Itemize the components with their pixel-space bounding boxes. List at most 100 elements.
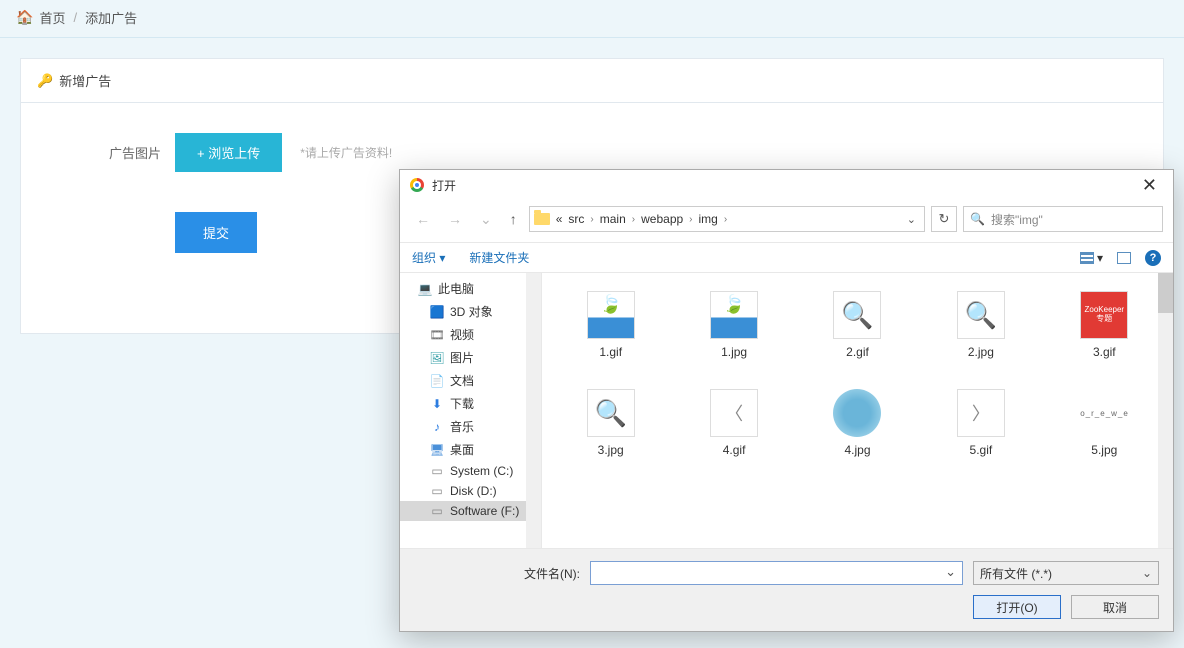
file-thumbnail: 〈 [710,389,758,437]
file-item[interactable]: 🔍 2.jpg [924,291,1037,359]
filetype-select[interactable]: 所有文件 (*.*) [973,561,1159,585]
tree-label: Software (F:) [450,504,519,518]
tree-label: 下载 [450,395,474,412]
folder-tree[interactable]: 💻此电脑🟦3D 对象🎞视频🖼图片📄文档⬇下载♪音乐🖥桌面▭System (C:)… [400,273,542,548]
tree-label: 3D 对象 [450,303,493,320]
file-thumbnail: 🔍 [957,291,1005,339]
nav-back-button[interactable]: ← [410,207,436,231]
doc-icon: 📄 [430,374,444,388]
search-input[interactable]: 🔍 搜索"img" [963,206,1163,232]
file-open-dialog: 打开 ✕ ← → ⌄ ↑ « src› main› webapp› img› ⌄… [399,169,1174,632]
tree-item[interactable]: 💻 此电脑 [400,277,541,300]
tree-item[interactable]: ▭System (C:) [400,461,541,481]
dialog-toolbar: 组织 ▾ 新建文件夹 ▾ ? [400,242,1173,273]
tree-item[interactable]: 🎞视频 [400,323,541,346]
nav-forward-button[interactable]: → [442,207,468,231]
path-dropdown[interactable]: ⌄ [903,213,920,226]
file-name: 4.gif [723,443,746,457]
file-item[interactable]: f_o_r_e_w_e_i5.jpg [1048,389,1161,457]
refresh-button[interactable]: ↻ [931,206,957,232]
tree-item[interactable]: 📄 文档 [400,369,541,392]
breadcrumb-sep: / [73,10,77,25]
img-icon: 🖼 [430,351,444,365]
file-item[interactable]: 1.jpg [677,291,790,359]
path-pre: « [556,212,563,226]
file-item[interactable]: 🔍 2.gif [801,291,914,359]
filename-input[interactable] [590,561,963,585]
file-name: 5.gif [970,443,993,457]
filename-label: 文件名(N): [524,565,580,582]
organize-button[interactable]: 组织 ▾ [412,249,445,266]
scrollbar[interactable] [1158,273,1173,548]
drv-icon: ▭ [430,504,444,518]
file-item[interactable]: 〈 4.gif [677,389,790,457]
tree-item[interactable]: ▭ Software (F:) [400,501,541,521]
file-item[interactable]: 🔍3.jpg [554,389,667,457]
path-bar[interactable]: « src› main› webapp› img› ⌄ [529,206,925,232]
file-name: 3.gif [1093,345,1116,359]
drv-icon: ▭ [430,484,444,498]
tree-label: 此电脑 [438,280,474,297]
tree-item[interactable]: 🖼 图片 [400,346,541,369]
file-name: 2.gif [846,345,869,359]
path-seg[interactable]: webapp [641,212,683,226]
upload-hint: *请上传广告资料! [300,144,392,161]
file-thumbnail [710,291,758,339]
open-button[interactable]: 打开(O) [973,595,1061,619]
tree-item[interactable]: ♪ 音乐 [400,415,541,438]
folder-icon [534,213,550,225]
dialog-title: 打开 [432,177,456,194]
chrome-icon [410,178,424,192]
breadcrumb-home[interactable]: 首页 [39,8,65,27]
tree-label: 音乐 [450,418,474,435]
submit-button[interactable]: 提交 [175,212,257,253]
tree-item[interactable]: 🟦3D 对象 [400,300,541,323]
desk-icon: 🖥 [430,443,444,457]
path-seg[interactable]: src [568,212,584,226]
file-item[interactable]: 1.gif [554,291,667,359]
search-placeholder: 搜索"img" [991,211,1043,228]
tree-label: Disk (D:) [450,484,497,498]
file-item[interactable]: ZooKeeper专题 3.gif [1048,291,1161,359]
tree-item[interactable]: 🖥 桌面 [400,438,541,461]
file-thumbnail [833,389,881,437]
file-thumbnail: ZooKeeper专题 [1080,291,1128,339]
tree-item[interactable]: ⬇ 下载 [400,392,541,415]
file-thumbnail: 🔍 [833,291,881,339]
mus-icon: ♪ [430,420,444,434]
nav-recent-button[interactable]: ⌄ [474,207,498,232]
cancel-button[interactable]: 取消 [1071,595,1159,619]
tree-label: 图片 [450,349,474,366]
file-list[interactable]: 1.gif1.jpg 🔍 2.gif 🔍 2.jpg ZooKeeper专题 3.gif 🔍3… [542,273,1173,548]
tree-label: System (C:) [450,464,513,478]
dl-icon: ⬇ [430,397,444,411]
search-icon: 🔍 [970,212,985,226]
tree-label: 文档 [450,372,474,389]
file-name: 2.jpg [968,345,994,359]
nav-up-button[interactable]: ↑ [504,207,523,231]
close-button[interactable]: ✕ [1136,176,1163,194]
new-folder-button[interactable]: 新建文件夹 [469,249,529,266]
dialog-nav: ← → ⌄ ↑ « src› main› webapp› img› ⌄ ↻ 🔍 … [400,200,1173,242]
home-icon: 🏠 [16,9,33,26]
file-item[interactable]: 4.jpg [801,389,914,457]
dialog-footer: 文件名(N): 所有文件 (*.*) 打开(O) 取消 [400,548,1173,631]
file-thumbnail: 〉 [957,389,1005,437]
file-name: 3.jpg [598,443,624,457]
dialog-titlebar: 打开 ✕ [400,170,1173,200]
file-item[interactable]: 〉 5.gif [924,389,1037,457]
file-thumbnail: f_o_r_e_w_e_i [1080,389,1128,437]
preview-pane-button[interactable] [1117,252,1131,264]
path-seg[interactable]: main [600,212,626,226]
path-seg[interactable]: img [699,212,718,226]
pc-icon: 💻 [418,282,432,296]
tree-label: 桌面 [450,441,474,458]
file-thumbnail [587,291,635,339]
key-icon: 🔑 [37,73,53,89]
help-button[interactable]: ? [1145,250,1161,266]
browse-upload-button[interactable]: + 浏览上传 [175,133,282,172]
vid-icon: 🎞 [430,328,444,342]
img-label: 广告图片 [61,143,161,162]
view-mode-button[interactable]: ▾ [1080,251,1103,265]
tree-item[interactable]: ▭ Disk (D:) [400,481,541,501]
